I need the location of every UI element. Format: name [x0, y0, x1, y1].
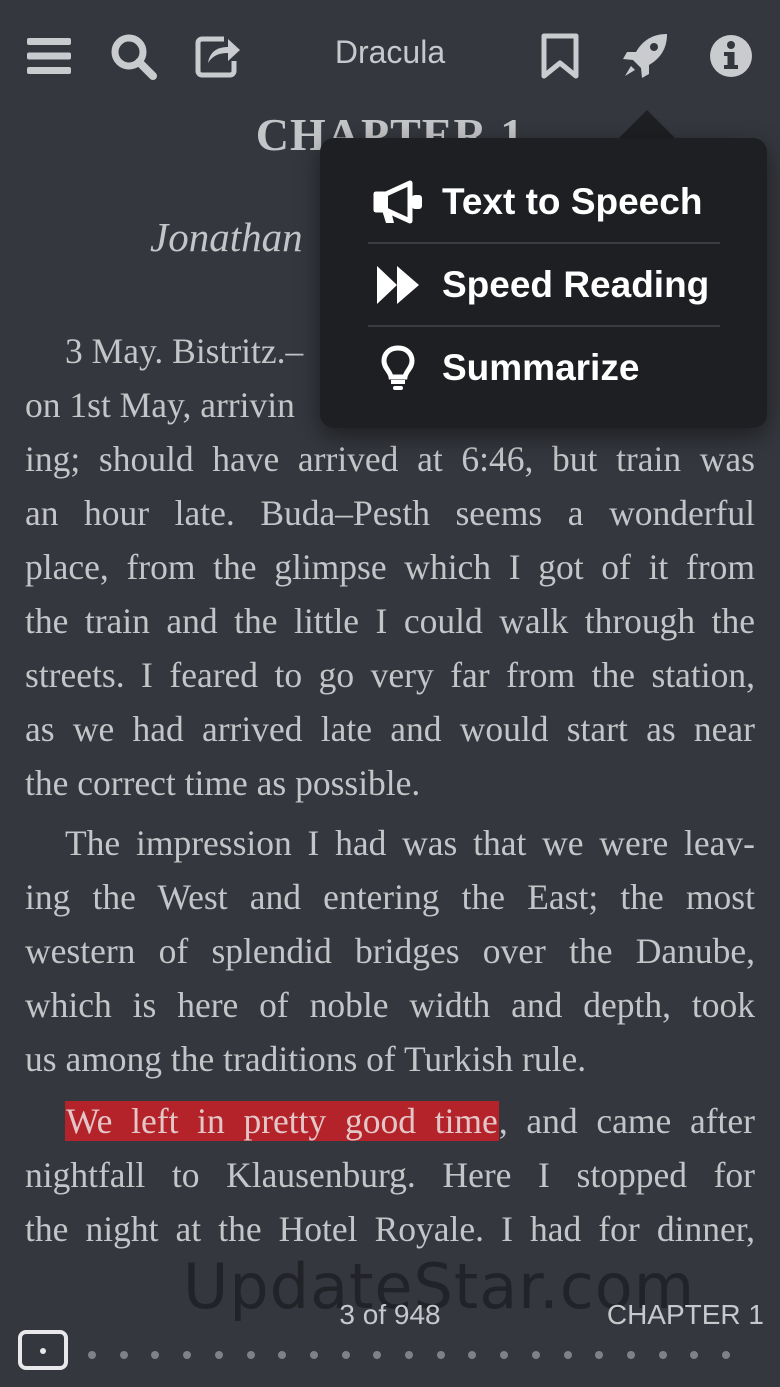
book-title: Dracula: [334, 34, 446, 70]
slider-dot: [405, 1351, 413, 1359]
text-line: western of splendid bridges over the Dan…: [25, 931, 755, 971]
text-line-highlighted: We left in pretty good time, and came af…: [25, 1094, 755, 1148]
slider-dot: [436, 1351, 445, 1359]
reader-screen: Dracula CHAPTER 1 Jonathan 3 May. Bistri…: [0, 0, 780, 1387]
text-line: The impression I had was that we were le…: [65, 823, 755, 863]
menu-item-speed-reading[interactable]: Speed Reading: [368, 244, 748, 326]
menu-item-summarize[interactable]: Summarize: [368, 327, 748, 409]
popover-arrow: [619, 110, 675, 138]
slider-dot: [341, 1351, 350, 1359]
text-line: us among the traditions of Turkish rule.: [25, 1039, 587, 1079]
text-line: which is here of noble width and depth, …: [25, 985, 755, 1025]
text-line: ing the West and entering the East; the …: [25, 877, 755, 917]
bookmark-icon: [541, 33, 579, 79]
lightbulb-icon: [368, 343, 428, 393]
menu-item-text-to-speech[interactable]: Text to Speech: [368, 161, 748, 243]
search-button[interactable]: [104, 27, 162, 85]
slider-dot: [246, 1351, 255, 1359]
menu-item-label: Speed Reading: [442, 264, 710, 305]
author-line: Jonathan: [150, 214, 303, 260]
slider-dot: [214, 1351, 223, 1359]
text-line: an hour late. Buda–Pesth seems a wonderf…: [25, 493, 755, 533]
info-button[interactable]: [702, 27, 760, 85]
text-line: ing; should have arrived at 6:46, but tr…: [25, 439, 755, 479]
slider-dot: [88, 1351, 96, 1359]
bookmark-button[interactable]: [531, 27, 589, 85]
text-line: place, from the glimpse which I got of i…: [25, 547, 755, 587]
tools-popover: Text to Speech Speed Reading Summarize: [320, 138, 767, 428]
menu-icon: [27, 36, 71, 76]
slider-dot: [626, 1351, 635, 1359]
menu-button[interactable]: [20, 27, 78, 85]
rocket-icon: [621, 32, 669, 80]
top-toolbar: Dracula: [0, 0, 780, 110]
text-line: the night at the Hotel Royale. I had for…: [25, 1209, 755, 1249]
fast-forward-icon: [368, 260, 428, 310]
info-icon: [709, 34, 753, 78]
share-icon: [194, 33, 242, 79]
slider-dot: [119, 1351, 128, 1359]
text-line: as we had arrived late and would start a…: [25, 709, 755, 749]
text-line: the correct time as possible.: [25, 763, 421, 803]
megaphone-icon: [368, 177, 428, 227]
slider-dot: [309, 1351, 318, 1359]
text-fragment: , and came after: [498, 1101, 755, 1141]
text-line: streets. I feared to go very far from th…: [25, 655, 755, 695]
slider-thumb[interactable]: [18, 1330, 68, 1370]
menu-item-label: Text to Speech: [442, 181, 703, 222]
slider-dot: [563, 1351, 572, 1359]
slider-dot: [722, 1351, 730, 1359]
text-line: nightfall to Klausenburg. Here I stopped…: [25, 1155, 755, 1195]
tools-button[interactable]: [616, 27, 674, 85]
text-line: the train and the little I could walk th…: [25, 601, 755, 641]
menu-item-label: Summarize: [442, 347, 640, 388]
speech-highlight[interactable]: We left in pretty good time: [65, 1101, 499, 1141]
search-icon: [109, 32, 157, 80]
share-button[interactable]: [189, 27, 247, 85]
slider-dot: [531, 1351, 540, 1359]
slider-dot: [658, 1351, 667, 1359]
